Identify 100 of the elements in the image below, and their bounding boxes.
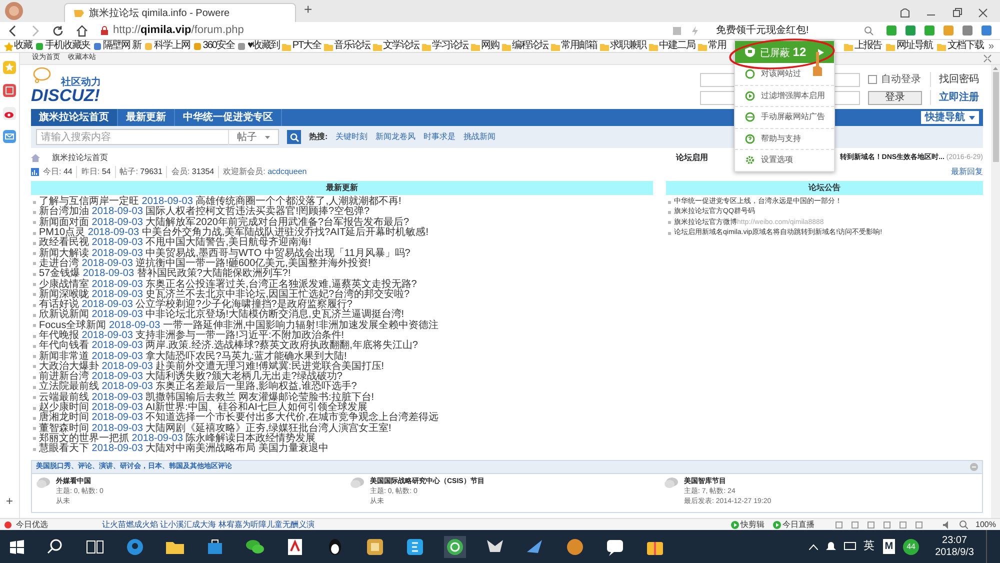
bookmark-link[interactable]: 编程论坛: [502, 40, 548, 52]
mail-icon[interactable]: [3, 130, 16, 143]
bookmark-link[interactable]: 手机收藏夹: [35, 40, 90, 52]
auto-login-checkbox[interactable]: [868, 75, 877, 84]
news-ticker-link[interactable]: 让火苗燃成火焰 让小溪汇成大海 林宥嘉为听障儿童无酬义演: [102, 518, 314, 530]
windows-start-icon[interactable]: [10, 540, 24, 554]
hot-search-link[interactable]: 新闻龙卷风: [376, 131, 416, 143]
news-link[interactable]: 董智森时间 2018-09-03 大陆网剧《延禧攻略》正夯,绿媒狂批台湾人演宫女王室!: [39, 424, 392, 434]
close-icon[interactable]: [978, 8, 988, 18]
bookmark-link[interactable]: 上报告: [844, 40, 882, 52]
bullet-icon: [33, 416, 36, 420]
bookmark-link[interactable]: 中建二局: [649, 40, 696, 52]
bullet-icon: [33, 365, 36, 368]
chevron-up-icon[interactable]: [808, 544, 818, 550]
bookmark-link[interactable]: 网购: [471, 40, 500, 52]
login-button[interactable]: 登录: [868, 90, 922, 104]
extension-icon[interactable]: [981, 25, 992, 36]
bookmark-link[interactable]: 求职兼职: [600, 40, 646, 52]
bookmark-link[interactable]: 学习论坛: [422, 40, 468, 52]
breadcrumb-link[interactable]: 旗米拉论坛首页: [52, 152, 108, 164]
menu-item[interactable]: 帮助与支持: [735, 128, 834, 149]
extension-icon[interactable]: [886, 25, 897, 36]
news-link[interactable]: 年代晚报 2018-09-03 支持非洲参与一带一路!习近平:不附加政治条件!: [39, 331, 344, 341]
news-link[interactable]: 年代向钱看 2018-09-03 两岸.政策.经济.选战棒球?蔡英文政府执政翻翻,年底将失江山?: [39, 341, 418, 352]
back-icon[interactable]: [8, 24, 18, 36]
home-icon[interactable]: [76, 24, 88, 36]
browser-tab[interactable]: 旗米拉论坛 qimila.info - Powere: [64, 3, 296, 22]
extension-icon[interactable]: [924, 25, 935, 36]
refresh-icon[interactable]: [52, 24, 64, 36]
speech-bubble-icon: [33, 67, 51, 83]
weibo-icon[interactable]: [3, 107, 16, 120]
network-icon[interactable]: [844, 542, 856, 552]
news-link[interactable]: 新闻非常道 2018-09-03 拿大陆恐吓农民?马英九:蓝才能确水果到大陆!: [39, 352, 347, 362]
bookmark-link[interactable]: PT大全: [282, 40, 322, 52]
menu-item[interactable]: 过滤增强脚本启用: [735, 84, 834, 106]
news-link[interactable]: 慧眼看天下 2018-09-03 大陆对中南美洲战略布局 美国力量衰退中: [39, 444, 328, 454]
restore-icon[interactable]: [952, 8, 962, 18]
clock-date[interactable]: 2018/9/3: [935, 546, 974, 558]
bullet-icon: [668, 210, 671, 214]
news-link[interactable]: 大政治大爆卦 2018-09-03 赴美前外交遭无理习难!傅斌冀:民进党联合美国打压!: [39, 362, 384, 372]
menu-item[interactable]: 设置选项: [735, 149, 834, 170]
search-scope-dropdown[interactable]: 帖子: [228, 130, 278, 144]
bullet-icon: [33, 314, 36, 317]
news-link[interactable]: 云端最前线 2018-09-03 凯撒韩国输后去救兰 网友灌爆邮论莹脸书:拉脏下台!: [39, 392, 374, 403]
help-icon: [745, 134, 755, 144]
news-link[interactable]: 57金钱爆 2018-09-03 替补国民政策?大陆能保欧洲列车?!: [39, 269, 291, 280]
news-link[interactable]: 少康战情室 2018-09-03 东奥正名公投连署过关,台湾正名独派发难,逼蔡英文走投无路?: [39, 280, 417, 290]
add-button[interactable]: +: [6, 492, 13, 510]
latest-replies-link[interactable]: 最新回复: [951, 166, 983, 178]
news-link[interactable]: 走进台湾 2018-09-03 逆抗衡中国一带一路!砸600亿美元,美国整并海外投资!: [39, 258, 371, 269]
status-link[interactable]: 今日直播: [772, 518, 815, 530]
daily-picks-link[interactable]: 今日优选: [4, 518, 94, 530]
input-mode-indicator[interactable]: M: [882, 539, 896, 554]
news-link[interactable]: 新闻深喉咙 2018-09-03 史瓦济兰不去北京中非论坛,因国王忙选妃?台湾的邦交安啦?: [39, 290, 410, 300]
extension-icon[interactable]: [905, 25, 916, 36]
zoom-icon[interactable]: [958, 520, 968, 529]
forgot-password-link[interactable]: 找回密码: [930, 72, 979, 87]
menu-item[interactable]: 手动屏蔽网站广告: [735, 106, 834, 128]
search-button[interactable]: [287, 130, 301, 144]
news-link[interactable]: 新闻面对面 2018-09-03 大陆解放军2020年前完成对台用武准备?台军报告发布最后?: [39, 218, 410, 228]
bookmark-link[interactable]: 常用: [698, 40, 726, 52]
nav-tab[interactable]: 旗米拉论坛首页: [31, 109, 118, 126]
hot-search-link[interactable]: 挑战新闻: [464, 131, 496, 143]
bookmark-link[interactable]: ♥收藏到: [237, 40, 280, 52]
bookmark-link[interactable]: 科学上网: [144, 40, 190, 52]
news-link[interactable]: 政经看民视 2018-09-03 不甩中国大陆警告,美日航母齐迎南海!: [39, 238, 312, 248]
bullet-icon: [33, 437, 36, 440]
news-link[interactable]: 郑丽文的世界一把抓 2018-09-03 陈永峰解读日本政经情势发展: [39, 434, 316, 444]
menu-item[interactable]: 对该网站过: [735, 63, 834, 84]
bookmark-link[interactable]: 收藏: [4, 40, 32, 52]
hot-search-link[interactable]: 时事求是: [424, 131, 456, 143]
notification-icon[interactable]: [826, 542, 836, 552]
news-link[interactable]: 新闻大解读 2018-09-03 中美贸易战,墨西哥与WTO 中贸易战会出现「11月风暴」吗?: [39, 248, 410, 259]
news-link[interactable]: 唐湘龙时间 2018-09-03 不知道选择一个市长要付出多大代价,在城市竞争观念上台湾差得远: [39, 413, 438, 424]
quick-nav-button[interactable]: 快捷导航: [921, 111, 979, 124]
more-bookmarks-button[interactable]: »: [988, 40, 994, 52]
clock-time[interactable]: 23:07: [942, 534, 968, 546]
hot-search-link[interactable]: 关键时刻: [336, 131, 368, 143]
shield-icon: [745, 47, 755, 57]
stat-text: 帖子: 79631: [114, 166, 162, 178]
extension-icon[interactable]: [962, 25, 973, 36]
input-method-indicator[interactable]: 英: [864, 538, 875, 555]
fullscreen-icon[interactable]: [983, 54, 992, 63]
new-tab-button[interactable]: +: [304, 0, 312, 20]
notes-icon[interactable]: [3, 84, 16, 97]
news-link[interactable]: 欣新说新闻 2018-09-03 中非论坛北京登场!大陆模仿断交消息,史瓦济兰逼调挺台湾!: [39, 310, 404, 320]
eye-icon: [745, 112, 755, 122]
news-link[interactable]: Focus全球新闻 2018-09-03 一带一路延伸非洲,中国影响力辐射!非洲加速发展全赖中资德注: [39, 320, 439, 331]
scrollbar[interactable]: [991, 65, 1000, 518]
search-field[interactable]: 免费领千元现金红包!: [712, 23, 852, 38]
forum-search-field[interactable]: 请输入搜索内容 帖子: [36, 129, 279, 145]
bullet-icon: [33, 396, 36, 400]
register-link[interactable]: 立即注册: [930, 90, 979, 105]
scrollbar-thumb[interactable]: [992, 72, 998, 162]
news-link[interactable]: 立法院最前线 2018-09-03 东奥正名差最后一里路,影响权益,谁恐吓选手?: [39, 382, 357, 392]
browser-icon[interactable]: [444, 536, 466, 558]
bookmark-link[interactable]: 常用邮箱: [551, 40, 598, 52]
news-link[interactable]: 新台湾加油 2018-09-03 国际人权者控柯文哲违法买卖器官!罔顾捧?空包弹?: [39, 207, 370, 218]
status-link[interactable]: 快剪辑: [730, 518, 765, 530]
scroll-up-icon[interactable]: [993, 67, 998, 70]
